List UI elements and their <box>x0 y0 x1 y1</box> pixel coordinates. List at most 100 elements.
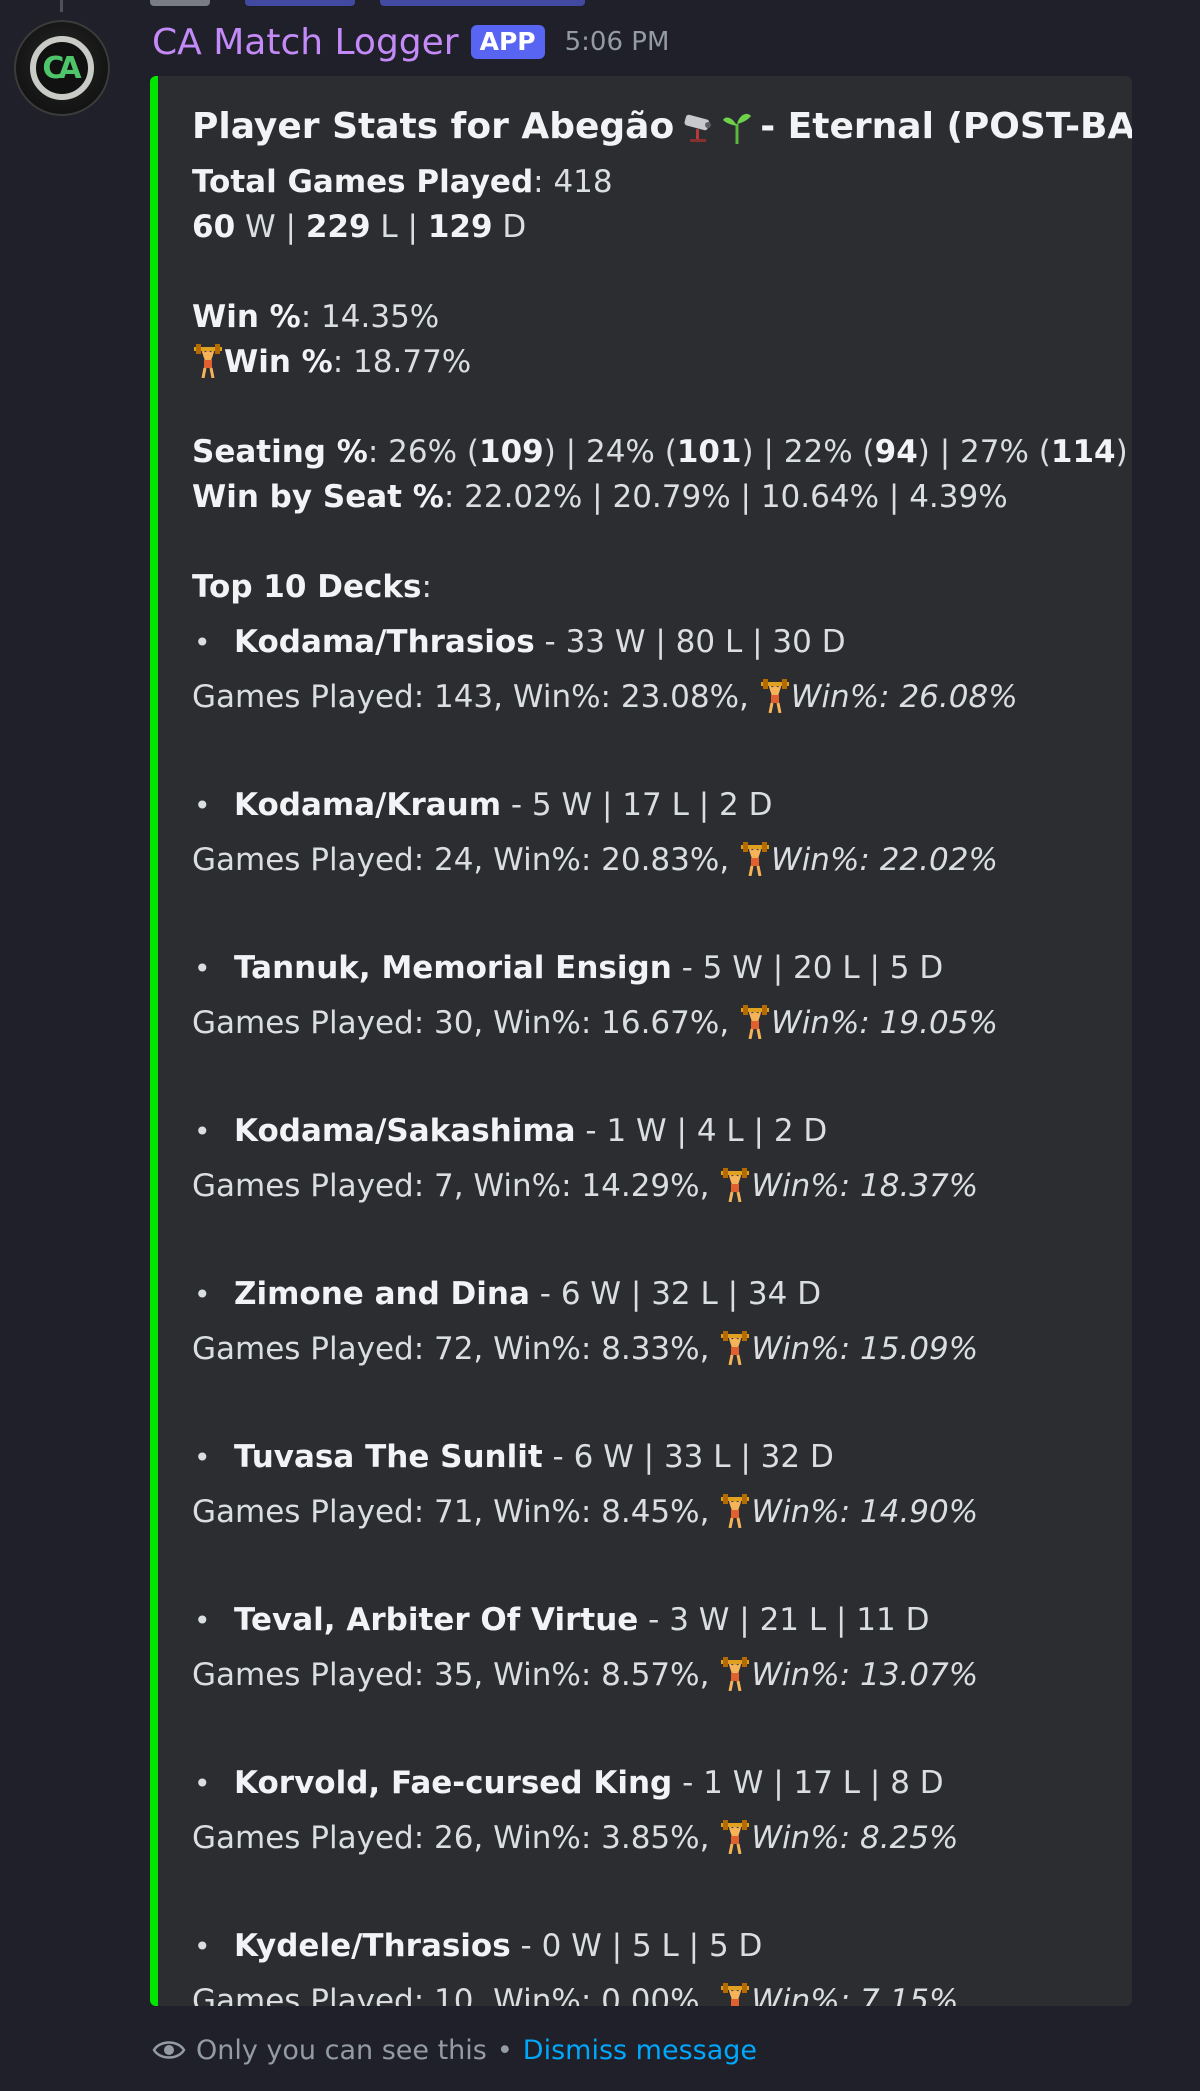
title-prefix: Player Stats for Abegão <box>192 106 675 147</box>
bullet-icon: • <box>194 1767 211 1800</box>
deck-games-winpct: Games Played: 24, Win%: 20.83%, <box>192 842 730 878</box>
weightlifter-icon <box>721 1983 750 2006</box>
dismiss-message-link[interactable]: Dismiss message <box>523 2035 757 2066</box>
weightlifter-icon <box>741 1005 770 1039</box>
deck-name: Tannuk, Memorial Ensign <box>234 950 672 986</box>
deck-item: • Zimone and Dina - 6 W | 32 L | 34 D Game… <box>192 1272 1112 1425</box>
deck-games-winpct: Games Played: 35, Win%: 8.57%, <box>192 1657 710 1693</box>
deck-stats: Games Played: 143, Win%: 23.08%, Win%: 2… <box>192 675 1112 720</box>
deck-stats: Games Played: 30, Win%: 16.67%, Win%: 19… <box>192 1001 1112 1046</box>
deck-name: Tuvasa The Sunlit <box>234 1439 543 1475</box>
deck-heading: • Kydele/Thrasios - 0 W | 5 L | 5 D <box>192 1924 1112 1969</box>
deck-heading: • Tannuk, Memorial Ensign - 5 W | 20 L | … <box>192 946 1112 991</box>
deck-adjusted-winpct: Win%: 7.15% <box>751 1983 959 2006</box>
deck-record: - 0 W | 5 L | 5 D <box>510 1928 763 1964</box>
deck-name: Kodama/Thrasios <box>234 624 535 660</box>
seedling-icon <box>723 113 752 144</box>
deck-stats: Games Played: 7, Win%: 14.29%, Win%: 18.… <box>192 1164 1112 1209</box>
bullet-icon: • <box>194 626 211 659</box>
deck-stats: Games Played: 26, Win%: 3.85%, Win%: 8.2… <box>192 1816 1112 1861</box>
win-pct-line: Win %: 14.35% <box>192 299 440 335</box>
bullet-icon: • <box>194 789 211 822</box>
eye-icon <box>152 2041 186 2059</box>
weightlifter-icon <box>721 1820 750 1854</box>
timestamp[interactable]: 5:06 PM <box>565 27 670 57</box>
previous-message-remnant <box>0 0 1200 12</box>
deck-stats: Games Played: 35, Win%: 8.57%, Win%: 13.… <box>192 1653 1112 1698</box>
security-camera-icon <box>684 114 712 142</box>
embed-accent-bar <box>150 76 158 2006</box>
ephemeral-notice: Only you can see this <box>196 2034 487 2066</box>
deck-heading: • Kodama/Thrasios - 33 W | 80 L | 30 D <box>192 620 1112 665</box>
bullet-icon: • <box>194 1441 211 1474</box>
stats-embed: Player Stats for Abegão - Eternal (POST-… <box>150 76 1132 2006</box>
deck-item: • Kodama/Thrasios - 33 W | 80 L | 30 D Gam… <box>192 620 1112 773</box>
bullet-icon: • <box>194 952 211 985</box>
bullet-icon: • <box>194 1115 211 1148</box>
deck-name: Korvold, Fae-cursed King <box>234 1765 673 1801</box>
deck-adjusted-winpct: Win%: 19.05% <box>771 1005 998 1041</box>
deck-heading: • Kodama/Sakashima - 1 W | 4 L | 2 D <box>192 1109 1112 1154</box>
deck-record: - 6 W | 32 L | 34 D <box>529 1276 822 1312</box>
deck-item: • Kydele/Thrasios - 0 W | 5 L | 5 D Games … <box>192 1924 1112 2006</box>
deck-stats: Games Played: 72, Win%: 8.33%, Win%: 15.… <box>192 1327 1112 1372</box>
bullet-icon: • <box>194 1278 211 1311</box>
deck-stats: Games Played: 10, Win%: 0.00%, Win%: 7.1… <box>192 1979 1112 2006</box>
deck-name: Zimone and Dina <box>234 1276 530 1312</box>
deck-item: • Korvold, Fae-cursed King - 1 W | 17 L |… <box>192 1761 1112 1914</box>
deck-adjusted-winpct: Win%: 8.25% <box>751 1820 959 1856</box>
deck-heading: • Teval, Arbiter Of Virtue - 3 W | 21 L |… <box>192 1598 1112 1643</box>
weightlifter-icon <box>721 1331 750 1365</box>
deck-record: - 5 W | 17 L | 2 D <box>501 787 773 823</box>
app-badge: APP <box>470 25 545 59</box>
deck-adjusted-winpct: Win%: 15.09% <box>751 1331 979 1367</box>
deck-stats: Games Played: 71, Win%: 8.45%, Win%: 14.… <box>192 1490 1112 1535</box>
weightlifter-icon <box>741 842 770 876</box>
bullet-icon: • <box>194 1930 211 1963</box>
deck-stats: Games Played: 24, Win%: 20.83%, Win%: 22… <box>192 838 1112 883</box>
deck-record: - 1 W | 4 L | 2 D <box>575 1113 828 1149</box>
deck-list: • Kodama/Thrasios - 33 W | 80 L | 30 D Gam… <box>192 620 1112 2006</box>
seating-line: Seating %: 26% (109) | 24% (101) | 22% (… <box>192 434 1128 470</box>
wld-line: 60 W | 229 L | 129 D <box>192 209 527 245</box>
bot-avatar[interactable]: CA <box>14 20 110 116</box>
total-games-line: Total Games Played: 418 <box>192 164 613 200</box>
deck-record: - 33 W | 80 L | 30 D <box>534 624 846 660</box>
weightlifter-icon <box>721 1494 750 1528</box>
weightlifter-icon <box>194 344 222 378</box>
deck-games-winpct: Games Played: 71, Win%: 8.45%, <box>192 1494 710 1530</box>
deck-games-winpct: Games Played: 72, Win%: 8.33%, <box>192 1331 710 1367</box>
title-suffix: - Eternal (POST-BAN) <box>760 106 1132 147</box>
deck-name: Kodama/Sakashima <box>234 1113 576 1149</box>
deck-heading: • Tuvasa The Sunlit - 6 W | 33 L | 32 D <box>192 1435 1112 1480</box>
embed-title: Player Stats for Abegão - Eternal (POST-… <box>192 104 1132 150</box>
deck-record: - 1 W | 17 L | 8 D <box>672 1765 944 1801</box>
adjusted-win-pct-line: Win %: 18.77% <box>192 340 1112 385</box>
deck-adjusted-winpct: Win%: 18.37% <box>751 1168 979 1204</box>
logo-icon: CA <box>30 36 94 100</box>
deck-item: • Kodama/Kraum - 5 W | 17 L | 2 D Games Pl… <box>192 783 1112 936</box>
deck-heading: • Zimone and Dina - 6 W | 32 L | 34 D <box>192 1272 1112 1317</box>
weightlifter-icon <box>721 1657 750 1691</box>
deck-games-winpct: Games Played: 26, Win%: 3.85%, <box>192 1820 710 1856</box>
deck-heading: • Kodama/Kraum - 5 W | 17 L | 2 D <box>192 783 1112 828</box>
deck-games-winpct: Games Played: 10, Win%: 0.00%, <box>192 1983 710 2006</box>
bullet-icon: • <box>194 1604 211 1637</box>
weightlifter-icon <box>760 679 789 713</box>
deck-adjusted-winpct: Win%: 14.90% <box>751 1494 979 1530</box>
deck-record: - 5 W | 20 L | 5 D <box>671 950 944 986</box>
deck-adjusted-winpct: Win%: 13.07% <box>751 1657 979 1693</box>
deck-item: • Teval, Arbiter Of Virtue - 3 W | 21 L |… <box>192 1598 1112 1751</box>
footer-separator: • <box>496 2034 513 2066</box>
deck-games-winpct: Games Played: 30, Win%: 16.67%, <box>192 1005 730 1041</box>
message-header: CA Match Logger APP 5:06 PM <box>152 20 669 64</box>
deck-record: - 6 W | 33 L | 32 D <box>542 1439 834 1475</box>
author-name[interactable]: CA Match Logger <box>152 22 459 63</box>
deck-item: • Tannuk, Memorial Ensign - 5 W | 20 L | … <box>192 946 1112 1099</box>
deck-name: Teval, Arbiter Of Virtue <box>234 1602 639 1638</box>
deck-heading: • Korvold, Fae-cursed King - 1 W | 17 L |… <box>192 1761 1112 1806</box>
win-by-seat-line: Win by Seat %: 22.02% | 20.79% | 10.64% … <box>192 479 1008 515</box>
ephemeral-footer: Only you can see this • Dismiss message <box>152 2030 757 2070</box>
deck-name: Kodama/Kraum <box>234 787 502 823</box>
deck-adjusted-winpct: Win%: 22.02% <box>771 842 998 878</box>
